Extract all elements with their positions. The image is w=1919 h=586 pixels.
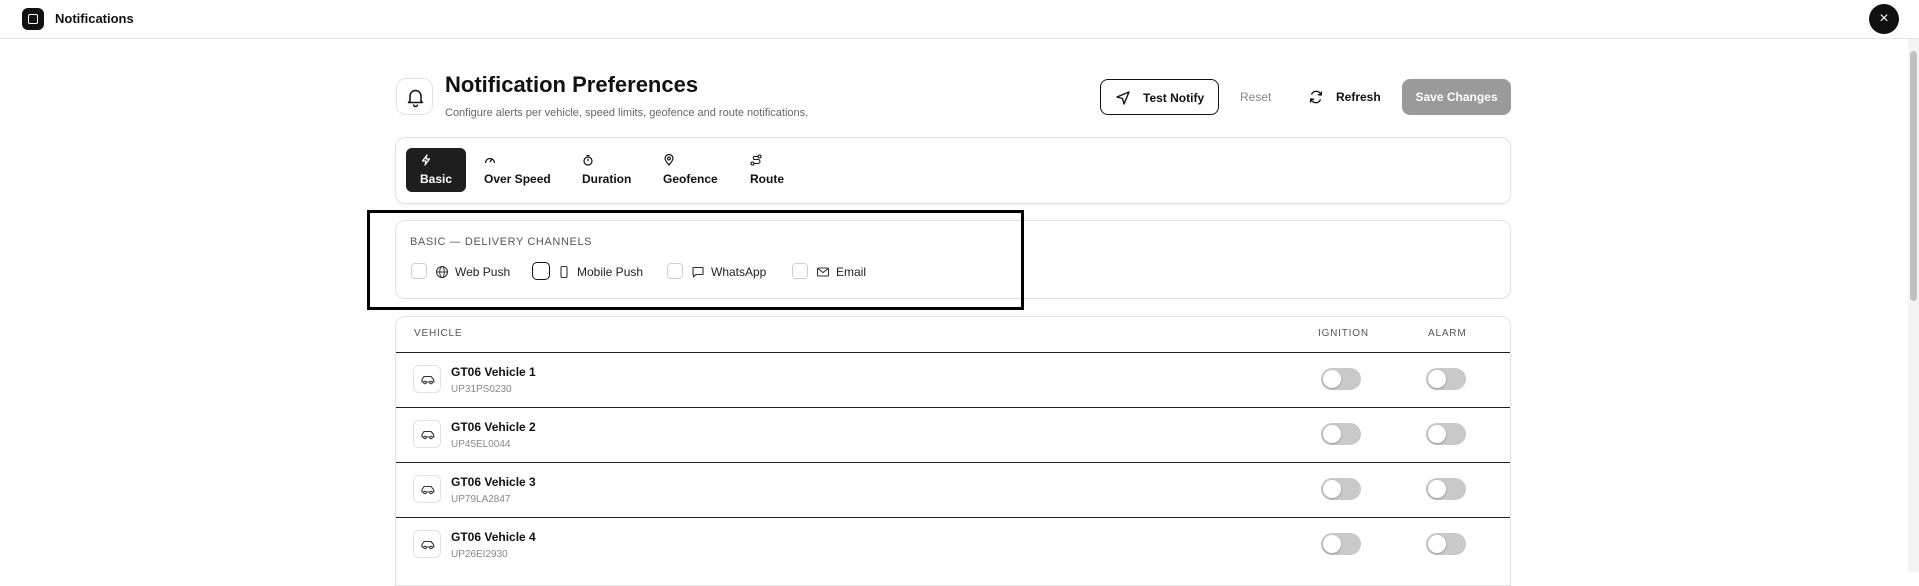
alarm-toggle[interactable]	[1426, 368, 1466, 390]
save-changes-button[interactable]: Save Changes	[1402, 79, 1511, 115]
tab-route[interactable]: Route	[750, 148, 800, 192]
test-notify-label: Test Notify	[1143, 91, 1205, 105]
vehicle-name: GT06 Vehicle 3	[451, 475, 536, 489]
tab-over-speed[interactable]: Over Speed	[484, 148, 554, 192]
table-row[interactable]: GT06 Vehicle 3 UP79LA2847	[396, 462, 1510, 517]
alarm-toggle[interactable]	[1426, 478, 1466, 500]
tab-over-speed-label: Over Speed	[484, 172, 551, 186]
delivery-channels-title: BASIC — DELIVERY CHANNELS	[410, 236, 593, 248]
focus-highlight-frame	[367, 210, 1024, 310]
ignition-toggle[interactable]	[1321, 368, 1361, 390]
car-icon	[413, 530, 441, 558]
ignition-toggle[interactable]	[1321, 423, 1361, 445]
bell-icon	[396, 78, 433, 115]
web-push-label: Web Push	[455, 265, 511, 279]
refresh-label: Refresh	[1336, 90, 1381, 104]
speedometer-icon	[484, 157, 496, 164]
tab-basic[interactable]: Basic	[406, 148, 466, 192]
tab-geofence-label: Geofence	[663, 172, 718, 186]
ignition-toggle[interactable]	[1321, 533, 1361, 555]
web-push-checkbox[interactable]	[411, 263, 427, 279]
app-title: Notifications	[55, 11, 134, 26]
stopwatch-icon	[583, 154, 593, 166]
car-icon	[413, 420, 441, 448]
page-subtitle: Configure alerts per vehicle, speed limi…	[445, 107, 809, 119]
table-row[interactable]: GT06 Vehicle 4 UP26EI2930	[396, 517, 1510, 572]
top-bar: Notifications ×	[0, 0, 1919, 39]
refresh-icon	[1309, 90, 1323, 104]
whatsapp-checkbox[interactable]	[667, 263, 683, 279]
tab-duration-label: Duration	[582, 172, 632, 186]
globe-icon	[435, 265, 449, 279]
vehicle-name: GT06 Vehicle 2	[451, 420, 536, 434]
page-scrollbar[interactable]	[1908, 39, 1919, 572]
alarm-toggle[interactable]	[1426, 533, 1466, 555]
email-checkbox[interactable]	[792, 263, 808, 279]
mobile-push-label: Mobile Push	[577, 265, 644, 279]
vehicle-plate: UP45EL0044	[451, 439, 511, 450]
refresh-button[interactable]: Refresh	[1306, 79, 1390, 115]
email-label: Email	[836, 265, 867, 279]
table-row[interactable]: GT06 Vehicle 2 UP45EL0044	[396, 407, 1510, 462]
page-title: Notification Preferences	[445, 72, 699, 97]
tab-duration[interactable]: Duration	[582, 148, 642, 192]
column-header-vehicle: VEHICLE	[414, 328, 463, 339]
column-header-ignition: IGNITION	[1318, 328, 1369, 339]
vehicle-name: GT06 Vehicle 1	[451, 365, 536, 379]
column-header-alarm: ALARM	[1428, 328, 1467, 339]
vehicle-plate: UP31PS0230	[451, 384, 512, 395]
send-icon	[1116, 91, 1130, 105]
reset-button[interactable]: Reset	[1240, 90, 1271, 104]
tab-geofence[interactable]: Geofence	[663, 148, 723, 192]
bolt-icon	[421, 154, 431, 166]
route-icon	[750, 154, 762, 166]
mobile-push-checkbox[interactable]	[532, 262, 550, 280]
close-button[interactable]: ×	[1869, 4, 1899, 34]
vehicle-plate: UP26EI2930	[451, 549, 508, 560]
vehicle-plate: UP79LA2847	[451, 494, 511, 505]
alarm-toggle[interactable]	[1426, 423, 1466, 445]
car-icon	[413, 365, 441, 393]
whatsapp-label: WhatsApp	[711, 265, 767, 279]
ignition-toggle[interactable]	[1321, 478, 1361, 500]
test-notify-button[interactable]: Test Notify	[1100, 79, 1219, 115]
tab-basic-label: Basic	[420, 172, 453, 186]
chat-icon	[692, 266, 704, 278]
scrollbar-thumb[interactable]	[1910, 51, 1917, 301]
mail-icon	[816, 267, 830, 277]
phone-icon	[560, 265, 568, 279]
tab-route-label: Route	[750, 172, 784, 186]
vehicle-name: GT06 Vehicle 4	[451, 530, 536, 544]
car-icon	[413, 475, 441, 503]
app-logo-icon	[22, 8, 44, 30]
table-row[interactable]: GT06 Vehicle 1 UP31PS0230	[396, 352, 1510, 407]
tab-bar	[395, 137, 1511, 204]
map-pin-icon	[664, 154, 674, 166]
